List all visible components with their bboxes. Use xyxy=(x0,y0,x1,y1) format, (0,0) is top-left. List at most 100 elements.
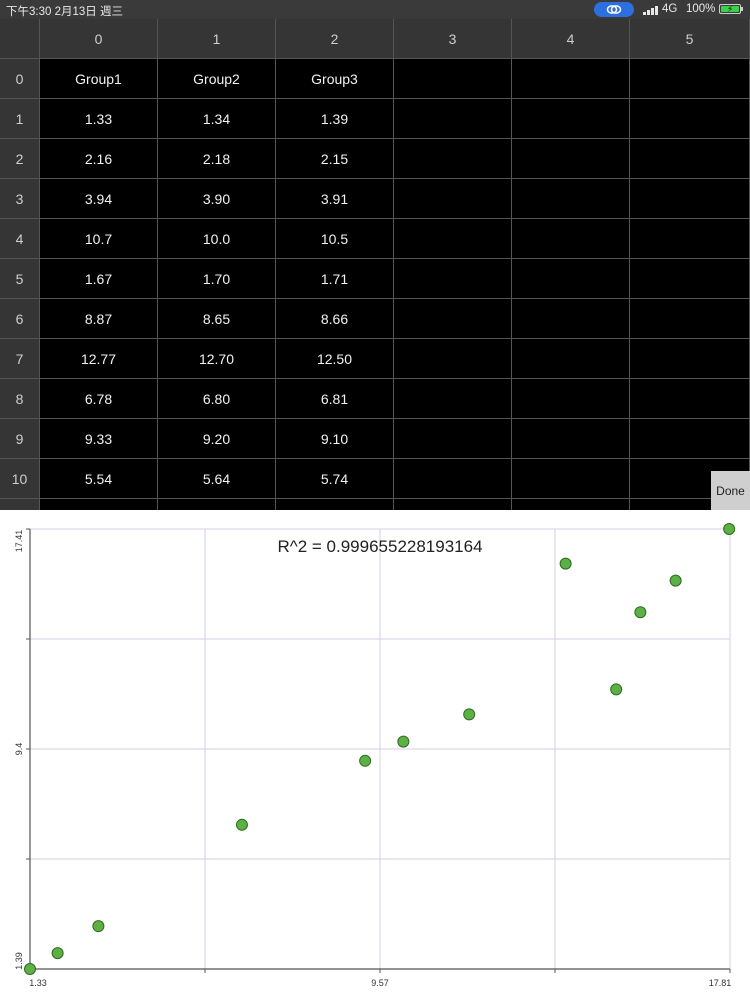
column-header[interactable]: 4 xyxy=(512,19,630,59)
table-cell[interactable]: 5.64 xyxy=(158,459,276,499)
status-bar: 下午3:30 2月13日 週三 4G 100% ⚡ xyxy=(0,0,750,19)
battery-percent: 100% xyxy=(686,3,716,15)
data-point xyxy=(634,606,647,619)
table-cell[interactable]: 6.78 xyxy=(40,379,158,419)
table-cell[interactable] xyxy=(630,179,750,219)
table-cell[interactable]: 12.50 xyxy=(276,339,394,379)
table-cell[interactable] xyxy=(512,219,630,259)
row-header[interactable]: 9 xyxy=(0,419,40,459)
table-cell[interactable]: 1.39 xyxy=(276,99,394,139)
table-cell[interactable]: 9.10 xyxy=(276,419,394,459)
column-header[interactable]: 2 xyxy=(276,19,394,59)
table-cell[interactable]: 12.77 xyxy=(40,339,158,379)
table-cell[interactable]: 9.33 xyxy=(40,419,158,459)
table-cell[interactable] xyxy=(630,419,750,459)
table-cell[interactable] xyxy=(394,419,512,459)
table-cell[interactable]: 10.0 xyxy=(158,219,276,259)
table-cell[interactable]: 3.90 xyxy=(158,179,276,219)
table-cell[interactable] xyxy=(630,259,750,299)
table-cell[interactable] xyxy=(394,99,512,139)
table-cell[interactable] xyxy=(158,499,276,510)
table-cell[interactable] xyxy=(394,219,512,259)
row-header[interactable]: 2 xyxy=(0,139,40,179)
row-header[interactable]: 0 xyxy=(0,59,40,99)
table-cell[interactable] xyxy=(512,59,630,99)
corner-cell xyxy=(0,19,40,59)
table-cell[interactable] xyxy=(630,219,750,259)
table-cell[interactable]: 3.94 xyxy=(40,179,158,219)
table-cell[interactable]: 9.20 xyxy=(158,419,276,459)
table-cell[interactable] xyxy=(630,339,750,379)
done-button[interactable]: Done xyxy=(711,471,750,510)
data-point xyxy=(24,963,36,975)
table-cell[interactable] xyxy=(512,419,630,459)
row-header[interactable]: 5 xyxy=(0,259,40,299)
table-cell[interactable]: Group3 xyxy=(276,59,394,99)
table-cell[interactable]: 1.71 xyxy=(276,259,394,299)
table-cell[interactable] xyxy=(394,259,512,299)
table-cell[interactable]: 2.15 xyxy=(276,139,394,179)
data-point xyxy=(397,735,410,748)
table-cell[interactable] xyxy=(394,379,512,419)
column-header[interactable]: 3 xyxy=(394,19,512,59)
row-header[interactable]: 10 xyxy=(0,459,40,499)
row-header[interactable]: 1 xyxy=(0,99,40,139)
table-cell[interactable]: Group1 xyxy=(40,59,158,99)
table-cell[interactable] xyxy=(40,499,158,510)
column-header[interactable]: 1 xyxy=(158,19,276,59)
table-cell[interactable] xyxy=(630,379,750,419)
table-cell[interactable] xyxy=(630,139,750,179)
table-cell[interactable] xyxy=(512,379,630,419)
table-cell[interactable]: 3.91 xyxy=(276,179,394,219)
table-cell[interactable] xyxy=(512,179,630,219)
table-cell[interactable] xyxy=(394,459,512,499)
row-header[interactable] xyxy=(0,499,40,510)
table-cell[interactable] xyxy=(276,499,394,510)
table-cell[interactable] xyxy=(512,339,630,379)
table-cell[interactable]: 8.87 xyxy=(40,299,158,339)
table-cell[interactable]: 1.33 xyxy=(40,99,158,139)
row-header[interactable]: 4 xyxy=(0,219,40,259)
table-cell[interactable]: 10.5 xyxy=(276,219,394,259)
row-header[interactable]: 8 xyxy=(0,379,40,419)
table-cell[interactable] xyxy=(394,499,512,510)
table-cell[interactable]: 8.66 xyxy=(276,299,394,339)
row-header[interactable]: 3 xyxy=(0,179,40,219)
table-cell[interactable]: Group2 xyxy=(158,59,276,99)
signal-bars-icon xyxy=(643,5,659,15)
table-cell[interactable] xyxy=(512,259,630,299)
column-header[interactable]: 5 xyxy=(630,19,750,59)
table-cell[interactable]: 5.54 xyxy=(40,459,158,499)
row-header[interactable]: 7 xyxy=(0,339,40,379)
table-cell[interactable]: 8.65 xyxy=(158,299,276,339)
table-cell[interactable]: 2.16 xyxy=(40,139,158,179)
table-cell[interactable] xyxy=(394,139,512,179)
data-point xyxy=(723,523,736,535)
table-cell[interactable]: 6.80 xyxy=(158,379,276,419)
table-cell[interactable]: 12.70 xyxy=(158,339,276,379)
table-cell[interactable] xyxy=(512,459,630,499)
table-cell[interactable] xyxy=(630,59,750,99)
table-cell[interactable] xyxy=(394,339,512,379)
table-cell[interactable] xyxy=(512,139,630,179)
table-cell[interactable]: 10.7 xyxy=(40,219,158,259)
table-cell[interactable]: 2.18 xyxy=(158,139,276,179)
table-cell[interactable] xyxy=(394,179,512,219)
table-cell[interactable]: 6.81 xyxy=(276,379,394,419)
scatter-chart: 1.33 9.57 17.81 1.39 9.4 17.41 R^2 = 0.999655… xyxy=(0,510,750,1000)
table-cell[interactable]: 5.74 xyxy=(276,459,394,499)
table-cell[interactable]: 1.67 xyxy=(40,259,158,299)
data-point xyxy=(559,557,572,570)
spreadsheet-grid: 0 1 2 3 4 5 0 Group1 Group2 Group3 1 1.33 1.34 1.39 2 2… xyxy=(0,19,750,510)
table-cell[interactable]: 1.70 xyxy=(158,259,276,299)
table-cell[interactable]: 1.34 xyxy=(158,99,276,139)
row-header[interactable]: 6 xyxy=(0,299,40,339)
table-cell[interactable] xyxy=(512,499,630,510)
table-cell[interactable] xyxy=(394,299,512,339)
table-cell[interactable] xyxy=(512,299,630,339)
table-cell[interactable] xyxy=(394,59,512,99)
column-header[interactable]: 0 xyxy=(40,19,158,59)
table-cell[interactable] xyxy=(630,299,750,339)
table-cell[interactable] xyxy=(630,99,750,139)
table-cell[interactable] xyxy=(512,99,630,139)
